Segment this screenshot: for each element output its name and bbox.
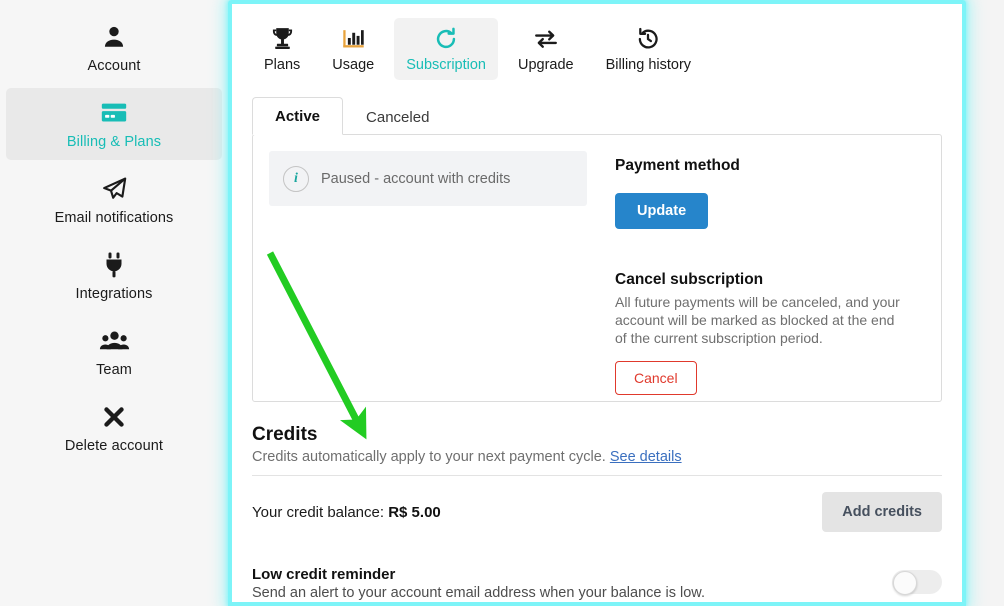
sidebar-item-delete-account[interactable]: Delete account — [6, 392, 222, 464]
toggle-knob — [893, 571, 917, 595]
plug-icon — [6, 250, 222, 280]
app-root: Account Billing & Plans Email notificati… — [0, 0, 1004, 606]
tab-label: Upgrade — [518, 57, 574, 73]
sidebar-item-account[interactable]: Account — [6, 12, 222, 84]
credits-subtitle: Credits automatically apply to your next… — [252, 449, 942, 465]
status-text: Paused - account with credits — [321, 170, 511, 187]
sidebar-item-label: Email notifications — [54, 210, 174, 226]
sidebar-item-label: Account — [87, 58, 141, 74]
sidebar-item-label: Delete account — [64, 438, 164, 454]
subtab-canceled[interactable]: Canceled — [343, 98, 452, 135]
credit-card-icon — [6, 98, 222, 128]
transfer-arrows-icon — [518, 26, 574, 54]
clock-history-icon — [606, 26, 691, 54]
people-group-icon — [6, 326, 222, 356]
tab-label: Billing history — [605, 57, 692, 73]
bar-chart-icon — [332, 26, 374, 54]
subscription-status-tabs: Active Canceled — [252, 96, 962, 135]
tab-usage[interactable]: Usage — [320, 18, 386, 80]
cancel-subscription-description: All future payments will be canceled, an… — [615, 294, 900, 346]
cancel-subscription-button[interactable]: Cancel — [615, 361, 697, 395]
x-mark-icon — [6, 402, 222, 432]
info-icon: i — [283, 165, 309, 192]
payment-method-section: Payment method Update — [615, 157, 921, 229]
main-panel: Plans Usage Subscription Upgrade Billing… — [232, 0, 962, 606]
cancel-subscription-title: Cancel subscription — [615, 271, 764, 288]
subtab-active[interactable]: Active — [252, 97, 344, 135]
subscription-status-column: i Paused - account with credits — [253, 135, 603, 401]
sidebar: Account Billing & Plans Email notificati… — [0, 0, 228, 606]
payment-method-title: Payment method — [615, 157, 740, 174]
low-credit-reminder-row: Low credit reminder Send an alert to you… — [252, 532, 942, 601]
tab-label: Plans — [264, 57, 301, 73]
sidebar-item-email-notifications[interactable]: Email notifications — [6, 164, 222, 236]
low-credit-reminder-text: Low credit reminder Send an alert to you… — [252, 566, 705, 601]
sidebar-item-integrations[interactable]: Integrations — [6, 240, 222, 312]
sidebar-item-team[interactable]: Team — [6, 316, 222, 388]
trophy-icon — [264, 26, 300, 54]
credit-balance-label: Your credit balance: — [252, 503, 385, 521]
tab-plans[interactable]: Plans — [252, 18, 312, 80]
person-icon — [6, 22, 222, 52]
credit-balance-row: Your credit balance: R$ 5.00 Add credits — [252, 476, 942, 532]
credit-balance-value: R$ 5.00 — [388, 503, 441, 521]
update-payment-method-button[interactable]: Update — [615, 193, 709, 229]
see-details-link[interactable]: See details — [610, 449, 682, 465]
credit-balance-text: Your credit balance: R$ 5.00 — [252, 504, 441, 521]
tab-subscription[interactable]: Subscription — [394, 18, 498, 80]
sidebar-item-label: Integrations — [75, 286, 153, 302]
credits-subtitle-text: Credits automatically apply to your next… — [252, 449, 606, 465]
low-credit-reminder-title: Low credit reminder — [252, 566, 396, 583]
cancel-subscription-section: Cancel subscription All future payments … — [615, 271, 921, 395]
tab-billing-history[interactable]: Billing history — [594, 18, 703, 80]
sidebar-item-label: Billing & Plans — [66, 134, 162, 150]
credits-heading: Credits — [252, 424, 318, 445]
subscription-actions-column: Payment method Update Cancel subscriptio… — [603, 135, 941, 401]
subscription-card: i Paused - account with credits Payment … — [252, 134, 942, 402]
refresh-circle-icon — [406, 26, 486, 54]
billing-tabs: Plans Usage Subscription Upgrade Billing… — [232, 0, 962, 80]
low-credit-reminder-toggle[interactable] — [892, 570, 942, 595]
credits-section: Credits Credits automatically apply to y… — [252, 424, 942, 601]
tab-label: Subscription — [406, 57, 486, 73]
status-banner: i Paused - account with credits — [269, 151, 587, 206]
paper-plane-icon — [6, 174, 222, 204]
tab-upgrade[interactable]: Upgrade — [506, 18, 586, 80]
sidebar-item-billing-and-plans[interactable]: Billing & Plans — [6, 88, 222, 160]
add-credits-button[interactable]: Add credits — [822, 492, 942, 532]
low-credit-reminder-description: Send an alert to your account email addr… — [252, 585, 705, 601]
sidebar-item-label: Team — [96, 362, 132, 378]
tab-label: Usage — [332, 57, 375, 73]
